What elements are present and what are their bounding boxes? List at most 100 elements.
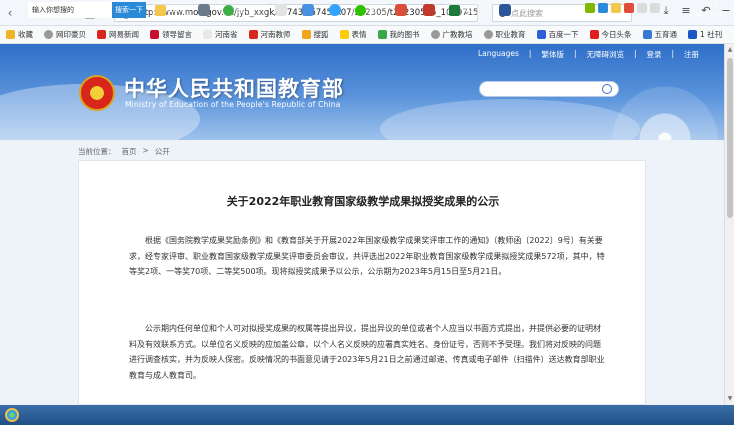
breadcrumb-label: 当前位置： <box>78 147 116 156</box>
breadcrumb-public[interactable]: 公开 <box>155 146 170 157</box>
start-button[interactable] <box>0 405 24 425</box>
page-icon <box>248 30 258 39</box>
taskbar-search-button[interactable]: 搜索一下 <box>112 2 146 18</box>
app-icon <box>395 4 407 16</box>
tray-icon[interactable] <box>624 3 634 13</box>
globe-icon <box>430 30 440 39</box>
app-icon <box>329 4 341 16</box>
app-icon <box>198 4 210 16</box>
page-icon <box>688 30 697 39</box>
bookmark-item[interactable]: 领导留言 <box>150 29 192 40</box>
app-icon <box>275 4 287 16</box>
page-icon <box>642 30 652 39</box>
separator: | <box>671 49 675 58</box>
system-tray <box>585 3 660 13</box>
wechat-icon <box>355 4 366 16</box>
emoji-icon <box>339 30 349 39</box>
browser-360-icon <box>223 4 234 16</box>
national-emblem-icon <box>79 75 115 111</box>
login-link[interactable]: 登录 <box>647 49 662 60</box>
separator: | <box>528 49 532 58</box>
folder-icon <box>155 4 166 16</box>
star-icon <box>6 30 15 39</box>
clock-date: 2023-05-17 <box>689 10 727 18</box>
register-link[interactable]: 注册 <box>684 49 699 60</box>
article-title: 关于2022年职业教育国家级教学成果拟授奖成果的公示 <box>226 195 500 208</box>
globe-icon <box>483 30 493 39</box>
bookmark-item[interactable]: 我的图书 <box>377 29 420 40</box>
bookmark-item[interactable]: 今日头条 <box>589 29 632 40</box>
languages-link[interactable]: Languages <box>478 49 519 60</box>
site-banner: 中华人民共和国教育部 Ministry of Education of the … <box>0 44 724 140</box>
taskbar-app[interactable] <box>418 2 440 18</box>
bookmark-item[interactable]: 百度一下 <box>536 29 579 40</box>
breadcrumb: 当前位置： 首页 > 公开 <box>78 146 170 157</box>
top-links: Languages | 繁体版 | 无障碍浏览 | 登录 | 注册 <box>478 49 699 60</box>
separator: | <box>573 49 577 58</box>
bookmark-item[interactable]: 网易新闻 <box>97 29 139 40</box>
app-icon <box>423 4 435 16</box>
scrollbar-thumb[interactable] <box>727 58 733 218</box>
bookmark-item[interactable]: 河南省 <box>203 29 238 40</box>
site-subtitle: Ministry of Education of the People's Re… <box>125 100 341 109</box>
taskbar-search-input[interactable]: 输入你想搜的 <box>28 2 112 18</box>
separator: | <box>633 49 637 58</box>
netease-icon <box>97 30 106 39</box>
bookmark-item[interactable]: 搜狐 <box>301 29 329 40</box>
bookmark-item[interactable]: 网印豪贝 <box>44 29 86 40</box>
taskbar-app[interactable] <box>193 2 215 18</box>
globe-icon <box>44 30 53 39</box>
taskbar-item-wechat[interactable]: 秘 <box>352 2 386 18</box>
windows-logo-icon <box>5 408 19 422</box>
excel-icon <box>449 4 460 16</box>
taskbar-app[interactable] <box>494 2 516 18</box>
download-icon[interactable]: ⤓ <box>658 4 674 18</box>
clock-time: 10:11 <box>698 1 718 9</box>
bookmark-item[interactable]: 表情 <box>339 29 367 40</box>
article-paragraph: 根据《国务院教学成果奖励条例》和《教育部关于开展2022年国家级教学成果奖评审工… <box>129 236 605 276</box>
bookmark-item[interactable]: 职业教育 <box>483 29 526 40</box>
volume-icon[interactable] <box>650 3 660 13</box>
bookmark-item[interactable]: 广教教培 <box>430 29 473 40</box>
tray-icon[interactable] <box>585 3 595 13</box>
taskbar-app[interactable] <box>270 2 292 18</box>
sohu-icon <box>301 30 311 39</box>
toutiao-icon <box>589 30 599 39</box>
cloud-decoration <box>380 99 640 140</box>
tray-icon[interactable] <box>598 3 608 13</box>
dandelion-decoration <box>610 84 720 140</box>
taskbar-app[interactable] <box>324 2 346 18</box>
taskbar-clock[interactable]: 10:11 2023-05-17 <box>686 1 730 19</box>
page-icon <box>203 30 212 39</box>
taskbar-item-360[interactable]: 无... <box>220 2 266 18</box>
breadcrumb-separator: > <box>142 146 149 155</box>
traditional-link[interactable]: 繁体版 <box>541 49 564 60</box>
taskbar-item-excel[interactable]: W... <box>446 2 490 18</box>
baidu-icon <box>536 30 546 39</box>
article-paragraph: 公示期内任何单位和个人可对拟授奖成果的权属等提出异议，提出异议的单位或者个人应当… <box>129 324 605 380</box>
taskbar-item-folder[interactable]: 20... <box>152 2 190 18</box>
bookmarks-bar: 收藏 网印豪贝 网易新闻 领导留言 河南省 河南教师 搜狐 表情 我的图书 广教… <box>0 26 734 44</box>
tray-icon[interactable] <box>611 3 621 13</box>
taskbar <box>0 405 734 425</box>
scroll-down-icon[interactable]: ▼ <box>726 395 734 403</box>
vertical-scrollbar[interactable]: ▲ ▼ <box>724 44 734 405</box>
bookmark-item[interactable]: 收藏 <box>6 29 33 40</box>
bookmark-item[interactable]: 五育通 <box>642 29 677 40</box>
bookmark-item[interactable]: 河南教师 <box>248 29 291 40</box>
taskbar-app[interactable] <box>390 2 412 18</box>
site-search-icon[interactable] <box>602 84 612 94</box>
site-title[interactable]: 中华人民共和国教育部 <box>124 73 344 103</box>
taskbar-app[interactable] <box>297 2 319 18</box>
network-icon[interactable] <box>637 3 647 13</box>
app-icon <box>302 4 314 16</box>
bookmark-item[interactable]: 1 社刊 <box>688 29 722 40</box>
article-card: 关于2022年职业教育国家级教学成果拟授奖成果的公示 根据《国务院教学成果奖励条… <box>78 160 646 405</box>
accessibility-link[interactable]: 无障碍浏览 <box>586 49 624 60</box>
breadcrumb-home[interactable]: 首页 <box>122 146 137 157</box>
site-search-input[interactable] <box>479 81 619 97</box>
taskbar-search-text: 输入你想搜的 <box>32 6 74 14</box>
people-icon <box>150 30 159 39</box>
scroll-up-icon[interactable]: ▲ <box>726 46 734 54</box>
back-arrow-icon[interactable]: ‹ <box>0 3 20 23</box>
